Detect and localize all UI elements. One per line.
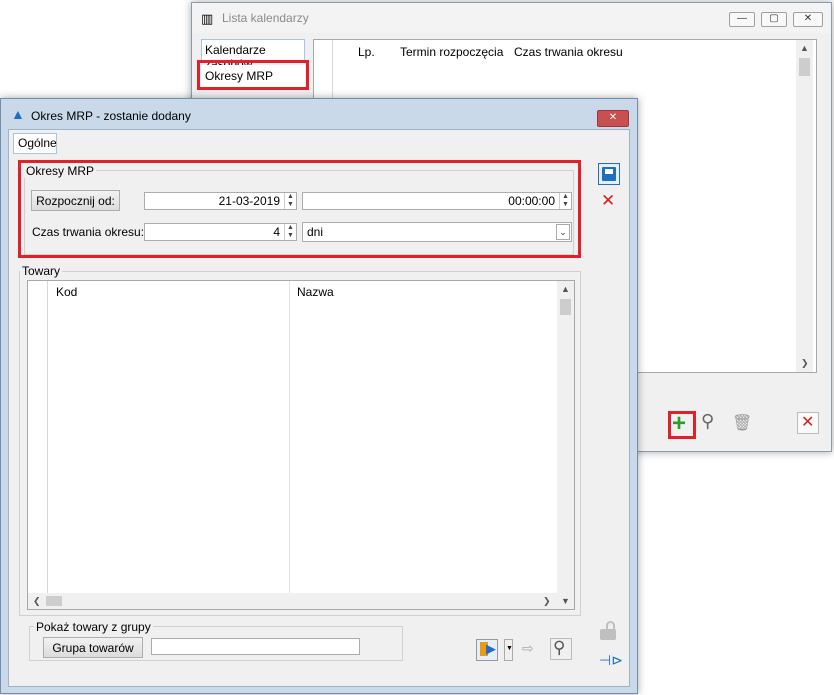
towary-group-label: Towary: [20, 264, 63, 278]
close-button[interactable]: ✕: [597, 110, 629, 127]
column-termin[interactable]: Termin rozpoczęcia: [400, 45, 503, 59]
scroll-right-icon[interactable]: ❯: [801, 358, 809, 369]
window-body: Ogólne Okresy MRP Rozpocznij od: 21-03-2…: [8, 129, 630, 687]
mrp-period-window: ▲ Okres MRP - zostanie dodany ✕ Ogólne O…: [0, 98, 638, 694]
chevron-down-icon: ▼: [506, 645, 513, 652]
tab-ogolne[interactable]: Ogólne: [13, 133, 57, 154]
time-spinner-icon[interactable]: ▲ ▼: [559, 193, 571, 209]
product-group-label: Grupa towarów: [52, 641, 134, 655]
import-button[interactable]: ▶: [476, 639, 498, 661]
close-icon: ✕: [601, 191, 616, 210]
close-icon: ✕: [801, 414, 815, 431]
scroll-left-icon[interactable]: ❮: [33, 596, 41, 607]
delete-button[interactable]: 🗑: [728, 413, 753, 435]
add-button[interactable]: +: [668, 410, 696, 439]
window-title: Okres MRP - zostanie dodany: [31, 109, 191, 123]
pin-button[interactable]: ⊣⊳: [598, 650, 623, 672]
scroll-thumb[interactable]: [799, 58, 810, 76]
duration-value: 4: [273, 225, 280, 239]
start-from-label: Rozpocznij od:: [36, 194, 115, 208]
view-button[interactable]: ⚲: [700, 411, 722, 435]
lock-shackle-icon: [606, 621, 615, 630]
highlight-okresy-mrp-tab: [197, 60, 309, 90]
duration-label: Czas trwania okresu:: [32, 225, 145, 239]
lock-button[interactable]: [598, 621, 620, 643]
scroll-up-icon[interactable]: ▲: [800, 43, 809, 53]
title-bar: ▲ Okres MRP - zostanie dodany ✕: [1, 99, 637, 129]
product-group-button[interactable]: Grupa towarów: [43, 637, 143, 658]
column-separator: [289, 281, 290, 593]
column-czas[interactable]: Czas trwania okresu: [514, 45, 623, 59]
vertical-scrollbar[interactable]: ▲: [557, 281, 574, 593]
start-time-value: 00:00:00: [508, 194, 555, 208]
okresy-mrp-group: [24, 170, 574, 255]
column-lp[interactable]: Lp.: [358, 45, 375, 59]
chevron-down-icon[interactable]: ⌄: [556, 224, 570, 240]
search-button[interactable]: ⚲: [550, 638, 572, 660]
magnifier-icon: ⚲: [701, 411, 715, 431]
scroll-thumb-horizontal[interactable]: [46, 596, 62, 606]
lock-icon: [600, 629, 616, 640]
okresy-mrp-group-label: Okresy MRP: [24, 164, 97, 178]
import-arrow-icon: ▶: [486, 641, 496, 656]
vertical-scrollbar[interactable]: ▲: [796, 40, 813, 372]
export-icon: ⇨: [522, 640, 534, 656]
scroll-up-icon[interactable]: ▲: [561, 284, 570, 294]
cancel-button[interactable]: ✕: [797, 412, 819, 434]
start-from-button[interactable]: Rozpocznij od:: [31, 190, 120, 211]
cancel-button[interactable]: ✕: [598, 191, 620, 214]
column-kod[interactable]: Kod: [56, 285, 77, 299]
duration-spinner-icon[interactable]: ▲ ▼: [284, 224, 296, 240]
column-nazwa[interactable]: Nazwa: [297, 285, 334, 299]
product-group-filter-label: Pokaż towary z grupy: [34, 620, 153, 634]
export-button[interactable]: ⇨: [520, 639, 542, 661]
start-date-value: 21-03-2019: [218, 194, 280, 208]
app-logo-icon: ▲: [11, 106, 25, 122]
pin-icon: ⊣⊳: [599, 652, 623, 668]
start-date-field[interactable]: 21-03-2019 ▲ ▼: [144, 192, 297, 210]
import-dropdown-button[interactable]: ▼: [504, 639, 513, 661]
title-bar: ▥ Lista kalendarzy — ▢ ✕: [192, 3, 831, 33]
duration-unit-select[interactable]: dni ⌄: [302, 222, 572, 242]
plus-icon: +: [672, 410, 687, 437]
product-group-field[interactable]: [151, 638, 360, 655]
minimize-button[interactable]: —: [729, 12, 755, 27]
magnifier-icon: ⚲: [553, 638, 566, 657]
close-button[interactable]: ✕: [793, 12, 823, 27]
row-indicator-column: [28, 281, 48, 609]
scroll-thumb-vertical[interactable]: [560, 299, 571, 315]
start-time-field[interactable]: 00:00:00 ▲ ▼: [302, 192, 572, 210]
maximize-button[interactable]: ▢: [761, 12, 787, 27]
save-button[interactable]: [598, 163, 620, 185]
date-spinner-icon[interactable]: ▲ ▼: [284, 193, 296, 209]
floppy-label-icon: [605, 169, 613, 174]
products-table[interactable]: Kod Nazwa ▲ ❮ ❯ ▼: [27, 280, 575, 610]
calendar-app-icon: ▥: [201, 11, 213, 26]
scroll-down-icon[interactable]: ▼: [561, 596, 570, 606]
trash-icon: 🗑: [732, 415, 753, 432]
tab-label: Ogólne: [18, 136, 57, 150]
duration-value-field[interactable]: 4 ▲ ▼: [144, 223, 297, 241]
duration-unit-value: dni: [307, 225, 324, 239]
scroll-right-icon[interactable]: ❯: [543, 596, 551, 607]
horizontal-scrollbar[interactable]: ❮ ❯ ▼: [28, 593, 574, 609]
window-title: Lista kalendarzy: [222, 11, 309, 25]
